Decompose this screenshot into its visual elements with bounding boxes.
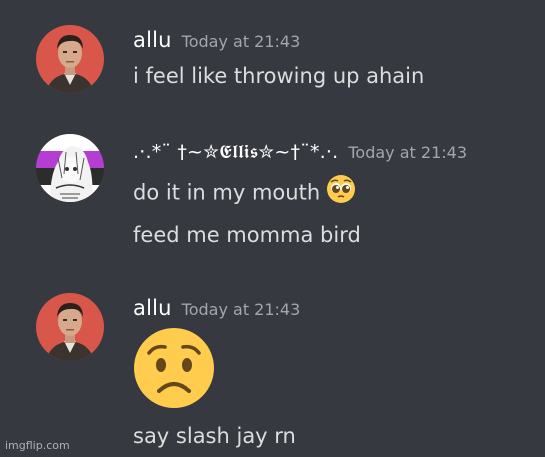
username[interactable]: .·.*¨ †~✮𝕰𝖑𝖑𝖎𝖘✮~†¨*.·. <box>133 141 338 163</box>
message-header: allu Today at 21:43 <box>133 28 300 52</box>
message-header: .·.*¨ †~✮𝕰𝖑𝖑𝖎𝖘✮~†¨*.·. Today at 21:43 <box>133 141 467 163</box>
watermark: imgflip.com <box>5 439 70 452</box>
message-text: do it in my mouth <box>133 174 356 211</box>
worried-face-emoji-icon[interactable] <box>133 327 215 413</box>
message-text: say slash jay rn <box>133 424 296 448</box>
message-text-content: do it in my mouth <box>133 180 321 205</box>
pleading-face-emoji-icon[interactable] <box>326 174 356 209</box>
timestamp[interactable]: Today at 21:43 <box>182 32 301 51</box>
man-portrait-avatar-icon <box>36 25 104 93</box>
anime-girl-flag-avatar-icon <box>36 134 104 202</box>
message-header: allu Today at 21:43 <box>133 296 300 320</box>
timestamp[interactable]: Today at 21:43 <box>182 300 301 319</box>
username[interactable]: allu <box>133 28 172 52</box>
man-portrait-avatar-icon <box>36 293 104 361</box>
username[interactable]: allu <box>133 296 172 320</box>
user-avatar-allu[interactable] <box>36 25 104 93</box>
user-avatar-ellis[interactable] <box>36 134 104 202</box>
timestamp[interactable]: Today at 21:43 <box>348 143 467 162</box>
message-text: feed me momma bird <box>133 223 361 247</box>
user-avatar-allu[interactable] <box>36 293 104 361</box>
message-text: i feel like throwing up ahain <box>133 64 425 88</box>
